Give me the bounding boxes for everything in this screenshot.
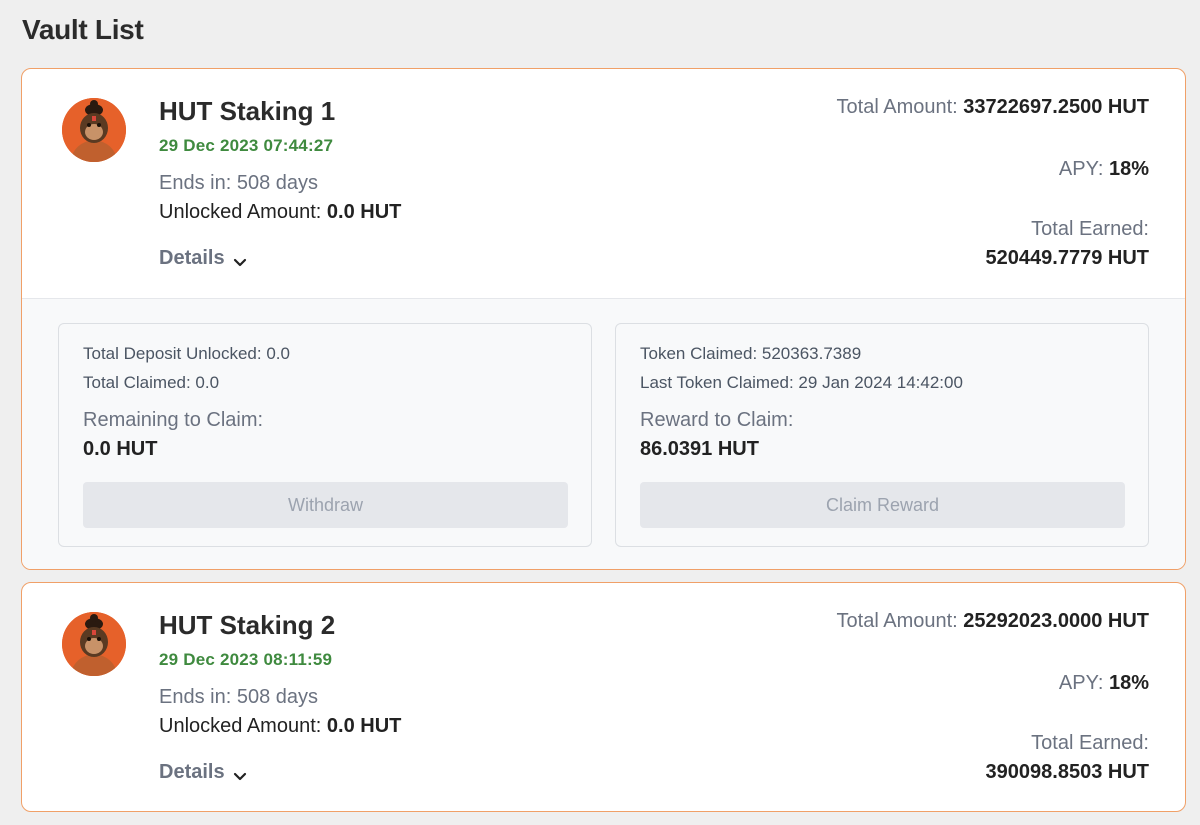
total-earned-label: Total Earned:: [1031, 732, 1149, 754]
remaining-to-claim-label: Remaining to Claim:: [83, 409, 264, 431]
chevron-down-icon: [233, 766, 247, 780]
details-toggle-button[interactable]: Details: [159, 761, 247, 784]
apy-label: APY:: [1058, 158, 1104, 180]
deposit-box: Total Deposit Unlocked: 0.0 Total Claime…: [58, 323, 592, 547]
details-toggle-button[interactable]: Details: [159, 247, 247, 270]
unlocked-amount: Unlocked Amount: 0.0 HUT: [159, 201, 401, 224]
total-amount: Total Amount: 25292023.0000 HUT: [837, 610, 1149, 633]
apy-value: 18%: [1108, 672, 1149, 694]
ends-in-text: Ends in: 508 days: [159, 172, 318, 194]
unlocked-amount-label: Unlocked Amount:: [159, 201, 322, 223]
monkey-avatar-icon: [62, 98, 126, 162]
last-token-claimed: Last Token Claimed: 29 Jan 2024 14:42:00: [640, 373, 963, 392]
apy: APY: 18%: [1059, 672, 1149, 695]
vault-name: HUT Staking 2: [159, 610, 336, 640]
chevron-down-icon: [233, 252, 247, 266]
details-label: Details: [159, 761, 225, 783]
unlocked-amount-label: Unlocked Amount:: [159, 715, 322, 737]
apy-label: APY:: [1058, 672, 1104, 694]
vault-card: HUT Staking 1 29 Dec 2023 07:44:27 Ends …: [21, 68, 1186, 570]
vault-name: HUT Staking 1: [159, 96, 336, 126]
vault-card: HUT Staking 2 29 Dec 2023 08:11:59 Ends …: [21, 582, 1186, 812]
vault-card-header: HUT Staking 2 29 Dec 2023 08:11:59 Ends …: [22, 583, 1185, 811]
reward-to-claim-label: Reward to Claim:: [640, 409, 794, 431]
total-amount: Total Amount: 33722697.2500 HUT: [837, 96, 1149, 119]
unlocked-amount: Unlocked Amount: 0.0 HUT: [159, 715, 401, 738]
apy-value: 18%: [1108, 158, 1149, 180]
total-amount-label: Total Amount:: [836, 96, 958, 118]
total-deposit-unlocked: Total Deposit Unlocked: 0.0: [83, 344, 290, 363]
total-earned-value: 520449.7779 HUT: [985, 247, 1149, 269]
total-amount-value: 33722697.2500 HUT: [963, 96, 1149, 118]
remaining-to-claim-value: 0.0 HUT: [83, 438, 158, 460]
vault-card-header: HUT Staking 1 29 Dec 2023 07:44:27 Ends …: [22, 69, 1185, 298]
claim-reward-button[interactable]: Claim Reward: [640, 482, 1125, 528]
total-amount-label: Total Amount:: [836, 610, 958, 632]
details-panel: Total Deposit Unlocked: 0.0 Total Claime…: [22, 298, 1185, 569]
withdraw-button[interactable]: Withdraw: [83, 482, 568, 528]
unlocked-amount-value: 0.0 HUT: [326, 201, 402, 223]
total-claimed: Total Claimed: 0.0: [83, 373, 220, 392]
monkey-avatar-icon: [62, 612, 126, 676]
total-earned-label: Total Earned:: [1031, 218, 1149, 240]
reward-to-claim-value: 86.0391 HUT: [640, 438, 759, 460]
vault-date: 29 Dec 2023 08:11:59: [159, 650, 333, 669]
details-label: Details: [159, 247, 225, 269]
apy: APY: 18%: [1059, 158, 1149, 181]
page-title: Vault List: [22, 14, 144, 45]
ends-in-text: Ends in: 508 days: [159, 686, 318, 708]
total-amount-value: 25292023.0000 HUT: [963, 610, 1149, 632]
token-claimed: Token Claimed: 520363.7389: [640, 344, 862, 363]
reward-box: Token Claimed: 520363.7389 Last Token Cl…: [615, 323, 1149, 547]
total-earned-value: 390098.8503 HUT: [985, 761, 1149, 783]
vault-date: 29 Dec 2023 07:44:27: [159, 136, 334, 155]
unlocked-amount-value: 0.0 HUT: [326, 715, 402, 737]
